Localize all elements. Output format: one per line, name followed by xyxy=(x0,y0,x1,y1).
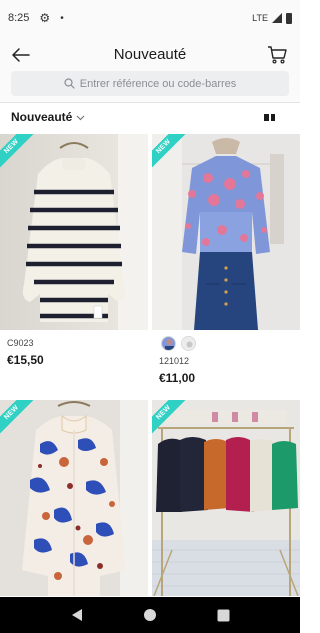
product-card[interactable]: NEW xyxy=(0,400,148,596)
product-image: NEW xyxy=(0,134,148,330)
page-title: Nouveauté xyxy=(113,46,187,63)
product-grid: NEW C9023 €15,50 NEW 121012 €11,00 NEW N… xyxy=(0,134,300,597)
filter-bar: Nouveauté xyxy=(0,104,300,132)
product-card[interactable]: NEW C9023 €15,50 xyxy=(0,134,148,367)
nav-home-icon xyxy=(143,609,156,621)
product-reference: C9023 xyxy=(7,338,34,348)
product-image: NEW xyxy=(0,400,148,596)
nav-recents-icon xyxy=(217,609,230,621)
status-time: 8:25 xyxy=(8,12,30,24)
search-icon xyxy=(64,78,75,89)
cart-button[interactable] xyxy=(264,42,290,68)
nav-home-button[interactable] xyxy=(140,605,160,625)
product-reference: 121012 xyxy=(159,356,190,366)
product-price: €11,00 xyxy=(159,371,196,385)
grid-view-icon[interactable] xyxy=(264,114,275,121)
sort-dropdown[interactable]: Nouveauté xyxy=(11,110,85,124)
notification-dot: • xyxy=(60,12,64,24)
product-card[interactable]: NEW xyxy=(152,400,300,596)
battery-icon xyxy=(286,12,292,24)
nav-back-button[interactable] xyxy=(67,605,87,625)
system-nav-bar xyxy=(0,597,300,633)
nav-recents-button[interactable] xyxy=(213,605,233,625)
product-image: NEW xyxy=(152,400,300,596)
network-type: LTE xyxy=(252,13,268,23)
chevron-down-icon xyxy=(76,113,85,122)
color-swatches xyxy=(152,336,300,351)
product-image: NEW xyxy=(152,134,300,330)
cart-icon xyxy=(268,46,287,64)
status-indicators: LTE xyxy=(252,12,292,24)
divider xyxy=(0,102,300,103)
status-bar: 8:25 ⚙ • LTE xyxy=(0,0,300,36)
product-card[interactable]: NEW 121012 €11,00 xyxy=(152,134,300,385)
color-swatch[interactable] xyxy=(181,336,196,351)
sort-label: Nouveauté xyxy=(11,110,73,124)
product-price: €15,50 xyxy=(7,353,44,367)
search-input[interactable]: Entrer référence ou code-barres xyxy=(11,71,289,96)
search-placeholder: Entrer référence ou code-barres xyxy=(79,77,237,90)
nav-back-icon xyxy=(71,609,82,621)
search-bar: Entrer référence ou code-barres xyxy=(0,68,300,102)
signal-icon xyxy=(272,13,282,23)
color-swatch[interactable] xyxy=(161,336,176,351)
gear-icon: ⚙ xyxy=(39,11,51,25)
